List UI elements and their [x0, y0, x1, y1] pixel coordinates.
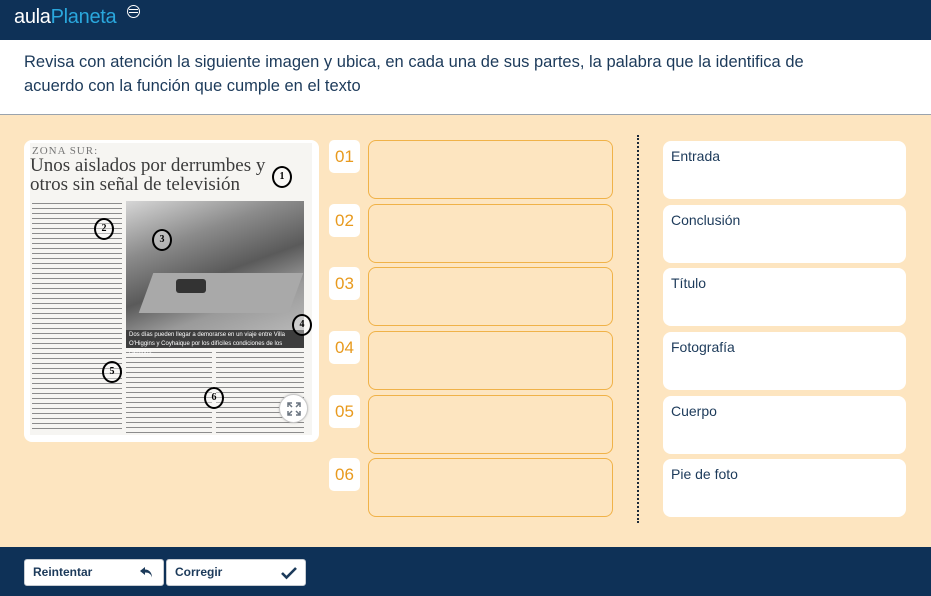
drop-slot-04[interactable]: [368, 331, 613, 390]
activity-instructions: Revisa con atención la siguiente imagen …: [24, 53, 804, 95]
marker-5: 5: [102, 361, 122, 383]
drop-slot-06[interactable]: [368, 458, 613, 517]
undo-icon: [140, 567, 152, 578]
slot-number: 04: [329, 331, 360, 364]
drop-slot-01[interactable]: [368, 140, 613, 199]
slot-number: 05: [329, 395, 360, 428]
marker-6: 6: [204, 387, 224, 409]
dotted-divider: [637, 135, 639, 523]
slot-number: 03: [329, 267, 360, 300]
newspaper-image-card[interactable]: ZONA SUR: Unos aislados por derrumbes y …: [24, 140, 319, 442]
marker-3: 3: [152, 229, 172, 251]
drop-slot-05[interactable]: [368, 395, 613, 454]
retry-button[interactable]: Reintentar: [24, 559, 164, 586]
newspaper-headline: Unos aislados por derrumbes y otros sin …: [30, 155, 266, 195]
draggable-word-fotografia[interactable]: Fotografía: [663, 332, 906, 390]
drop-slot-03[interactable]: [368, 267, 613, 326]
checkmark-icon: [281, 567, 297, 580]
aulaplaneta-logo: aulaPlaneta: [14, 6, 117, 28]
expand-image-button[interactable]: [279, 394, 308, 423]
slot-number: 02: [329, 204, 360, 237]
newspaper-clipping: ZONA SUR: Unos aislados por derrumbes y …: [30, 143, 312, 435]
marker-2: 2: [94, 218, 114, 240]
slot-number: 01: [329, 140, 360, 173]
slot-number: 06: [329, 458, 360, 491]
draggable-word-pie-de-foto[interactable]: Pie de foto: [663, 459, 906, 517]
draggable-word-titulo[interactable]: Título: [663, 268, 906, 326]
draggable-word-cuerpo[interactable]: Cuerpo: [663, 396, 906, 454]
draggable-word-entrada[interactable]: Entrada: [663, 141, 906, 199]
marker-4: 4: [292, 314, 312, 336]
marker-1: 1: [272, 166, 292, 188]
check-button[interactable]: Corregir: [166, 559, 306, 586]
expand-icon: [286, 401, 301, 416]
drop-slot-02[interactable]: [368, 204, 613, 263]
newspaper-photo: [126, 201, 304, 330]
check-button-label: Corregir: [175, 565, 223, 579]
top-bar: aulaPlaneta: [0, 0, 931, 40]
activity-stage: ZONA SUR: Unos aislados por derrumbes y …: [0, 115, 931, 547]
bottom-toolbar: Reintentar Corregir: [0, 547, 931, 596]
text-column: [126, 350, 212, 433]
photo-caption: Dos días pueden llegar a demorarse en un…: [126, 330, 304, 356]
retry-button-label: Reintentar: [33, 565, 93, 579]
globe-icon: [127, 5, 140, 18]
draggable-word-conclusion[interactable]: Conclusión: [663, 205, 906, 263]
